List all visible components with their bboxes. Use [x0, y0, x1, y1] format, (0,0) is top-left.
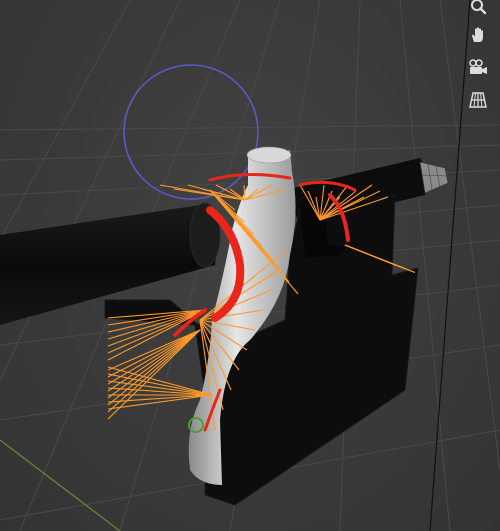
perspective-toggle-button[interactable]	[463, 85, 493, 115]
grid-icon	[469, 92, 487, 108]
camera-view-button[interactable]	[463, 52, 493, 82]
3d-viewport[interactable]	[0, 0, 500, 531]
rig-line	[107, 329, 201, 420]
rig-line	[107, 329, 201, 385]
cylinder-tip-mesh	[419, 161, 449, 194]
hand-icon	[472, 27, 483, 42]
rig-line	[107, 329, 201, 392]
magnifier-icon	[471, 0, 487, 15]
3d-scene[interactable]	[0, 0, 500, 531]
pan-view-button[interactable]	[463, 20, 493, 50]
rotation-circle-gizmo[interactable]	[123, 64, 259, 200]
x-axis-line	[0, 439, 121, 531]
mesh-top-cap	[246, 146, 292, 164]
camera-icon	[469, 59, 487, 74]
